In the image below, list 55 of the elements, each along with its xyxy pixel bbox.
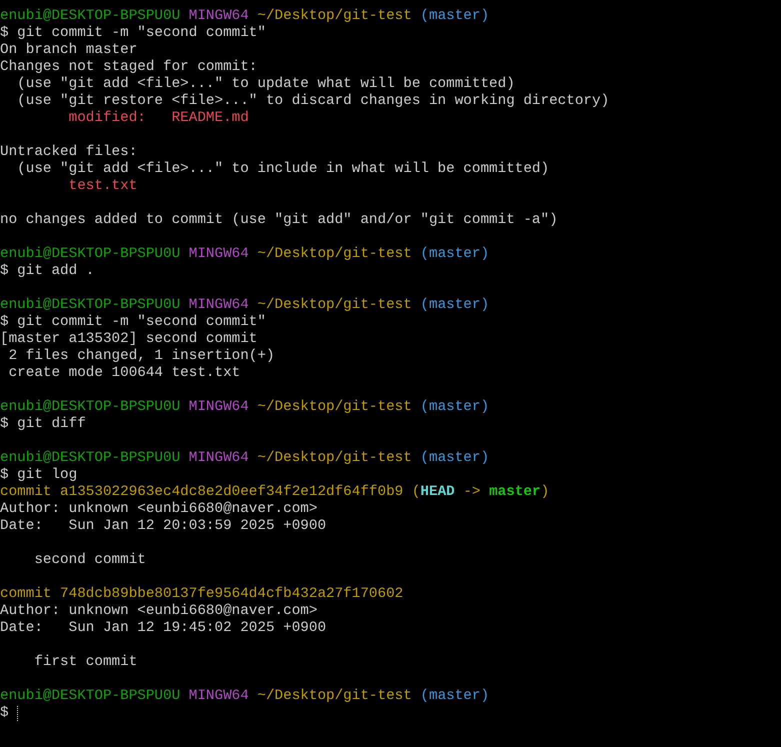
terminal-text: ) xyxy=(540,484,550,500)
terminal-text: MINGW64 xyxy=(188,8,249,24)
terminal-text: enubi@DESKTOP-BPSPU0U xyxy=(0,450,180,466)
terminal-text: On branch master xyxy=(0,42,138,58)
terminal-text: second commit xyxy=(33,552,146,568)
terminal-text: (use "git add <file>..." to update what will be committed) xyxy=(16,76,515,92)
terminal-text: $ git diff xyxy=(0,416,86,432)
terminal-text: master xyxy=(488,484,541,500)
terminal-text: -> xyxy=(462,484,480,500)
terminal-text: ~/Desktop/git-test xyxy=(256,688,412,704)
terminal-text: commit 748dcb89bbe80137fe9564d4cfb432a27f170602 xyxy=(0,586,404,602)
terminal-text: ~/Desktop/git-test xyxy=(256,246,412,262)
terminal-text: (master) xyxy=(419,297,490,313)
terminal-text: Author: unknown <eunbi6680@naver.com> xyxy=(0,501,318,517)
terminal-text: Author: unknown <eunbi6680@naver.com> xyxy=(0,603,318,619)
terminal-text: (master) xyxy=(419,688,490,704)
terminal-text: MINGW64 xyxy=(188,450,249,466)
terminal-text: (master) xyxy=(419,450,490,466)
terminal-text: MINGW64 xyxy=(188,246,249,262)
terminal-text: MINGW64 xyxy=(188,399,249,415)
terminal-text: enubi@DESKTOP-BPSPU0U xyxy=(0,8,180,24)
terminal-text: ~/Desktop/git-test xyxy=(256,450,412,466)
prompt-symbol: $ xyxy=(0,705,9,722)
terminal-text: create mode 100644 test.txt xyxy=(8,365,240,381)
terminal-text: $ git add . xyxy=(0,263,94,279)
terminal-text: enubi@DESKTOP-BPSPU0U xyxy=(0,399,180,415)
terminal-text: first commit xyxy=(33,654,138,670)
terminal-text: $ git commit -m "second commit" xyxy=(0,25,266,41)
terminal-text: ~/Desktop/git-test xyxy=(256,297,412,313)
terminal-text: ~/Desktop/git-test xyxy=(256,8,412,24)
terminal-text: (use "git restore <file>..." to discard changes in working directory) xyxy=(16,93,610,109)
terminal-text: MINGW64 xyxy=(188,688,249,704)
terminal-text: (master) xyxy=(419,399,490,415)
terminal-text: enubi@DESKTOP-BPSPU0U xyxy=(0,246,180,262)
terminal-text: enubi@DESKTOP-BPSPU0U xyxy=(0,297,180,313)
terminal-text: Date: Sun Jan 12 20:03:59 2025 +0900 xyxy=(0,518,326,534)
terminal-text: $ git commit -m "second commit" xyxy=(0,314,266,330)
terminal-text: HEAD xyxy=(420,484,455,500)
terminal-text: test.txt xyxy=(68,178,138,194)
terminal-text: [master a135302] second commit xyxy=(0,331,258,347)
terminal-text: $ git log xyxy=(0,467,78,483)
terminal-text: commit a1353022963ec4dc8e2d0eef34f2e12df64ff0b9 xyxy=(0,484,404,500)
terminal-text: (master) xyxy=(419,246,490,262)
terminal-text: Date: Sun Jan 12 19:45:02 2025 +0900 xyxy=(0,620,326,636)
terminal-text: (master) xyxy=(419,8,490,24)
terminal-text: (use "git add <file>..." to include in what will be committed) xyxy=(16,161,550,177)
terminal-text: no changes added to commit (use "git add" and/or "git commit -a") xyxy=(0,212,558,228)
terminal-text: MINGW64 xyxy=(188,297,249,313)
terminal-text: ( xyxy=(410,484,420,500)
terminal-text: ~/Desktop/git-test xyxy=(256,399,412,415)
terminal-text: 2 files changed, 1 insertion(+) xyxy=(8,348,275,364)
terminal-text: enubi@DESKTOP-BPSPU0U xyxy=(0,688,180,704)
terminal-text: Untracked files: xyxy=(0,144,138,160)
terminal-text: Changes not staged for commit: xyxy=(0,59,258,75)
terminal-text: modified: README.md xyxy=(68,110,249,126)
